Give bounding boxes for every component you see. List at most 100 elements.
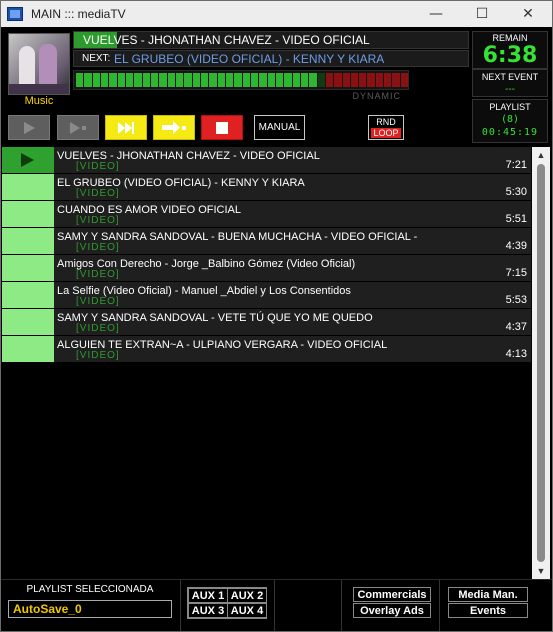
- playlist-label: PLAYLIST: [489, 102, 531, 112]
- row-media-type: [VIDEO]: [76, 323, 120, 334]
- stop-after-icon: [162, 120, 186, 134]
- skip-icon: [118, 121, 134, 134]
- meter-segment: [342, 73, 350, 87]
- play-button[interactable]: [8, 115, 50, 140]
- meter-segment: [275, 73, 284, 87]
- meter-segment: [300, 73, 309, 87]
- row-duration: 5:30: [505, 186, 527, 198]
- row-duration: 4:13: [505, 348, 527, 360]
- playlist-row[interactable]: VUELVES - JHONATHAN CHAVEZ - VIDEO OFICI…: [2, 147, 531, 173]
- title-bar: MAIN ::: mediaTV — ☐ ✕: [1, 1, 552, 27]
- row-handle[interactable]: [2, 336, 54, 362]
- main-window: MAIN ::: mediaTV — ☐ ✕ Music VUELVES - J…: [0, 0, 553, 632]
- meter-segment: [184, 73, 192, 87]
- aux-3-button[interactable]: AUX 3: [188, 603, 228, 618]
- playlist-row[interactable]: SAMY Y SANDRA SANDOVAL - BUENA MUCHACHA …: [2, 228, 531, 254]
- media-thumbnail: [8, 33, 70, 95]
- random-label: RND: [376, 117, 396, 127]
- row-media-type: [VIDEO]: [76, 350, 120, 361]
- row-handle[interactable]: [2, 309, 54, 335]
- row-media-type: [VIDEO]: [76, 188, 120, 199]
- manual-button[interactable]: MANUAL: [254, 115, 305, 140]
- playlist-row[interactable]: EL GRUBEO (VIDEO OFICIAL) - KENNY Y KIAR…: [2, 174, 531, 200]
- random-loop-toggle[interactable]: RND LOOP: [368, 115, 404, 140]
- meter-segment: [100, 73, 109, 87]
- aux-2-button[interactable]: AUX 2: [227, 588, 267, 603]
- events-button[interactable]: Events: [448, 603, 528, 618]
- next-event-panel: NEXT EVENT ---: [472, 69, 548, 97]
- play-next-button[interactable]: [57, 115, 99, 140]
- row-handle[interactable]: [2, 255, 54, 281]
- skip-button[interactable]: [105, 115, 147, 140]
- stop-button[interactable]: [201, 115, 243, 140]
- scroll-up-icon[interactable]: ▲: [532, 147, 550, 163]
- playlist-row[interactable]: Amigos Con Derecho - Jorge _Balbino Góme…: [2, 255, 531, 281]
- scrollbar-thumb[interactable]: [537, 164, 545, 562]
- meter-segment: [359, 73, 367, 87]
- playlist-table: VUELVES - JHONATHAN CHAVEZ - VIDEO OFICI…: [1, 147, 532, 579]
- row-duration: 4:39: [505, 240, 527, 252]
- meter-segment: [234, 73, 242, 87]
- commercials-button[interactable]: Commercials: [353, 587, 431, 602]
- row-duration: 7:15: [505, 267, 527, 279]
- meter-segment: [284, 73, 292, 87]
- row-duration: 7:21: [505, 159, 527, 171]
- playlist-row[interactable]: SAMY Y SANDRA SANDOVAL - VETE TÚ QUE YO …: [2, 309, 531, 335]
- meter-segment: [350, 73, 359, 87]
- meter-segment: [292, 73, 300, 87]
- meter-segment: [392, 73, 400, 87]
- row-media-type: [VIDEO]: [76, 269, 120, 280]
- audio-level-meter: [73, 70, 409, 90]
- meter-segment: [92, 73, 100, 87]
- meter-segment: [192, 73, 200, 87]
- close-button[interactable]: ✕: [505, 1, 551, 27]
- meter-segment: [109, 73, 117, 87]
- row-duration: 4:37: [505, 321, 527, 333]
- row-handle[interactable]: [2, 282, 54, 308]
- playlist-total-time: 00:45:19: [481, 127, 539, 138]
- header-panel: Music VUELVES - JHONATHAN CHAVEZ - VIDEO…: [1, 27, 552, 145]
- next-label: NEXT:: [82, 53, 111, 64]
- meter-segment: [209, 73, 217, 87]
- play-indicator-icon: [21, 153, 34, 167]
- row-media-type: [VIDEO]: [76, 296, 120, 307]
- remain-panel: REMAIN 6:38: [472, 31, 548, 69]
- meter-segment: [259, 73, 267, 87]
- aux-4-button[interactable]: AUX 4: [227, 603, 267, 618]
- now-playing-indicator[interactable]: [2, 147, 54, 173]
- vertical-scrollbar[interactable]: ▲ ▼: [532, 147, 550, 579]
- meter-segment: [84, 73, 92, 87]
- next-title: EL GRUBEO (VIDEO OFICIAL) - KENNY Y KIAR…: [114, 52, 385, 66]
- minimize-button[interactable]: —: [413, 1, 459, 27]
- media-manager-button[interactable]: Media Man.: [448, 587, 528, 602]
- play-icon: [24, 121, 35, 134]
- meter-segment: [167, 73, 175, 87]
- playlist-row[interactable]: La Selfie (Video Oficial) - Manuel _Abdi…: [2, 282, 531, 308]
- maximize-button[interactable]: ☐: [459, 1, 505, 27]
- row-media-type: [VIDEO]: [76, 161, 120, 172]
- row-handle[interactable]: [2, 201, 54, 227]
- row-media-type: [VIDEO]: [76, 215, 120, 226]
- row-media-type: [VIDEO]: [76, 242, 120, 253]
- playlist-selected-field[interactable]: AutoSave_0: [8, 600, 172, 618]
- overlay-ads-button[interactable]: Overlay Ads: [353, 603, 431, 618]
- next-event-label: NEXT EVENT: [481, 72, 539, 82]
- row-handle[interactable]: [2, 174, 54, 200]
- stop-after-button[interactable]: [153, 115, 195, 140]
- media-category-label: Music: [8, 95, 70, 109]
- meter-segment: [200, 73, 209, 87]
- meter-segment: [76, 73, 84, 87]
- footer-panel: PLAYLIST SELECCIONADA AutoSave_0 AUX 1 A…: [1, 579, 552, 631]
- aux-1-button[interactable]: AUX 1: [188, 588, 228, 603]
- playlist-count: (8): [500, 114, 520, 125]
- window-title: MAIN ::: mediaTV: [31, 7, 126, 21]
- meter-segment: [267, 73, 275, 87]
- playlist-row[interactable]: ALGUIEN TE EXTRAN~A - ULPIANO VERGARA - …: [2, 336, 531, 362]
- meter-segment: [125, 73, 134, 87]
- playlist-selected-label: PLAYLIST SELECCIONADA: [26, 584, 154, 595]
- playlist-row[interactable]: CUANDO ES AMOR VIDEO OFICIAL [VIDEO] 5:51: [2, 201, 531, 227]
- scroll-down-icon[interactable]: ▼: [532, 563, 550, 579]
- row-handle[interactable]: [2, 228, 54, 254]
- meter-segment: [225, 73, 234, 87]
- meter-segment: [175, 73, 184, 87]
